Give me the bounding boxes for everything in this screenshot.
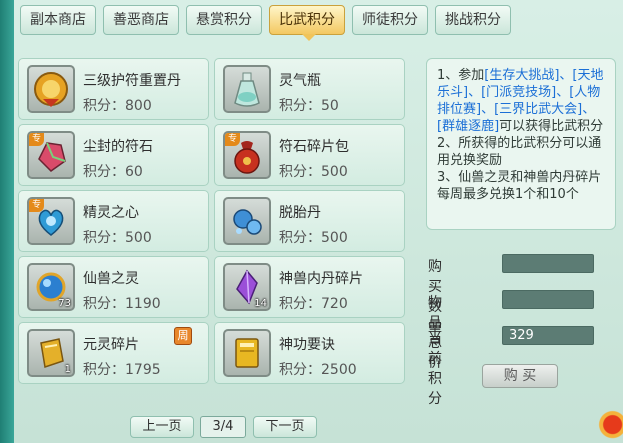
item-icon-frame: 14 bbox=[223, 263, 271, 311]
item-card[interactable]: 专 精灵之心 积分：500 bbox=[18, 190, 209, 252]
next-page-button[interactable]: 下一页 bbox=[253, 416, 317, 438]
item-count: 1 bbox=[64, 364, 71, 375]
rules-info-box: 1、参加[生存大挑战]、[天地乐斗]、[门派竞技场]、[人物排位赛]、[三界比武… bbox=[426, 58, 616, 230]
tab-mentor-points[interactable]: 师徒积分 bbox=[352, 5, 428, 35]
item-price: 积分：2500 bbox=[279, 362, 357, 378]
potion-bottle-icon bbox=[234, 72, 260, 107]
item-icon-frame: 专 bbox=[27, 197, 75, 245]
shop-window: 副本商店 善恶商店 悬赏积分 比武积分 师徒积分 挑战积分 三级护符重置丹 积分… bbox=[0, 0, 623, 443]
item-name: 元灵碎片 bbox=[83, 337, 139, 353]
item-name: 仙兽之灵 bbox=[83, 271, 139, 287]
item-card[interactable]: 灵气瓶 积分：50 bbox=[214, 58, 405, 120]
weekly-tag: 周 bbox=[174, 327, 192, 345]
item-icon-frame bbox=[223, 329, 271, 377]
item-card[interactable]: 三级护符重置丹 积分：800 bbox=[18, 58, 209, 120]
item-price: 积分：1795 bbox=[83, 362, 161, 378]
item-icon-frame: 专 bbox=[27, 131, 75, 179]
item-card[interactable]: 脱胎丹 积分：500 bbox=[214, 190, 405, 252]
gold-amulet-icon bbox=[34, 72, 68, 107]
item-count: 73 bbox=[58, 298, 71, 309]
buy-button[interactable]: 购 买 bbox=[482, 364, 558, 388]
item-card[interactable]: 1 周 元灵碎片 积分：1795 bbox=[18, 322, 209, 384]
tab-karma-shop[interactable]: 善恶商店 bbox=[103, 5, 179, 35]
prev-page-button[interactable]: 上一页 bbox=[130, 416, 194, 438]
corner-ornament bbox=[597, 397, 623, 443]
item-card[interactable]: 专 尘封的符石 积分：60 bbox=[18, 124, 209, 186]
item-icon-frame bbox=[27, 65, 75, 113]
current-points-label: 当前积分 bbox=[428, 331, 442, 407]
item-grid: 三级护符重置丹 积分：800 灵气瓶 积分：50 专 尘封的符石 积分：60 专… bbox=[14, 52, 417, 392]
item-name: 脱胎丹 bbox=[279, 205, 321, 221]
item-price: 积分：800 bbox=[83, 98, 152, 114]
info-line1-prefix: 1、参加 bbox=[437, 68, 485, 83]
exclusive-badge: 专 bbox=[29, 133, 45, 146]
tab-arena-points[interactable]: 比武积分 bbox=[269, 5, 345, 41]
current-points-field: 329 bbox=[502, 326, 594, 345]
item-price: 积分：500 bbox=[279, 164, 348, 180]
item-count: 14 bbox=[254, 298, 267, 309]
item-name: 灵气瓶 bbox=[279, 73, 321, 89]
info-line2: 2、所获得的比武积分可以通用兑换奖励 bbox=[437, 136, 602, 168]
item-card[interactable]: 神功要诀 积分：2500 bbox=[214, 322, 405, 384]
item-card[interactable]: 73 仙兽之灵 积分：1190 bbox=[18, 256, 209, 318]
exclusive-badge: 专 bbox=[29, 199, 45, 212]
item-icon-frame: 73 bbox=[27, 263, 75, 311]
item-name: 符石碎片包 bbox=[279, 139, 349, 155]
quantity-input[interactable] bbox=[502, 254, 594, 273]
info-line3: 3、仙兽之灵和神兽内丹碎片每周最多兑换1个和10个 bbox=[437, 170, 602, 202]
item-name: 神功要诀 bbox=[279, 337, 335, 353]
info-line1-suffix: 可以获得比武积分 bbox=[499, 119, 604, 134]
item-card[interactable]: 专 符石碎片包 积分：500 bbox=[214, 124, 405, 186]
exclusive-badge: 专 bbox=[225, 133, 241, 146]
golden-book-icon bbox=[235, 338, 259, 368]
item-price: 积分：720 bbox=[279, 296, 348, 312]
item-icon-frame: 专 bbox=[223, 131, 271, 179]
item-card[interactable]: 14 神兽内丹碎片 积分：720 bbox=[214, 256, 405, 318]
item-name: 三级护符重置丹 bbox=[83, 73, 181, 89]
item-price: 积分：1190 bbox=[83, 296, 161, 312]
left-border-decoration bbox=[0, 0, 14, 443]
item-price: 积分：500 bbox=[83, 230, 152, 246]
page-indicator: 3/4 bbox=[200, 416, 246, 438]
item-price: 积分：500 bbox=[279, 230, 348, 246]
item-icon-frame bbox=[223, 65, 271, 113]
item-price: 积分：60 bbox=[83, 164, 143, 180]
item-price: 积分：50 bbox=[279, 98, 339, 114]
tab-dungeon-shop[interactable]: 副本商店 bbox=[20, 5, 96, 35]
total-price-field bbox=[502, 290, 594, 309]
blue-pill-icon bbox=[233, 209, 262, 235]
tab-challenge-points[interactable]: 挑战积分 bbox=[435, 5, 511, 35]
item-icon-frame: 1 bbox=[27, 329, 75, 377]
item-name: 神兽内丹碎片 bbox=[279, 271, 363, 287]
tab-bounty-points[interactable]: 悬赏积分 bbox=[186, 5, 262, 35]
item-name: 精灵之心 bbox=[83, 205, 139, 221]
item-name: 尘封的符石 bbox=[83, 139, 153, 155]
item-icon-frame bbox=[223, 197, 271, 245]
